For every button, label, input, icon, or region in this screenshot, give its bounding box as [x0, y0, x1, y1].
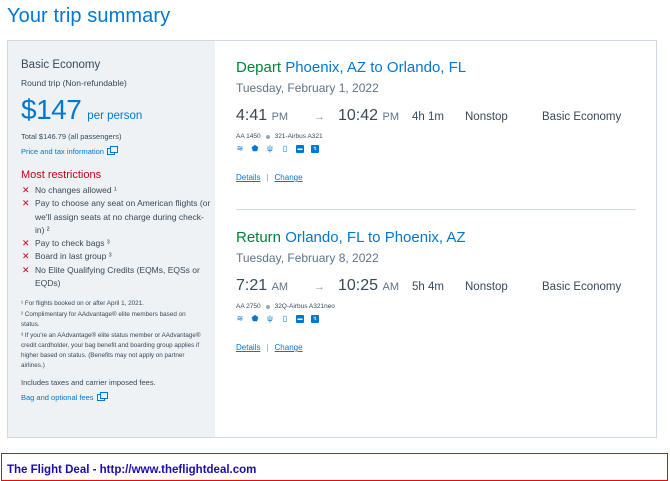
segment-title: Return Orlando, FL to Phoenix, AZ	[236, 229, 636, 246]
link-separator: |	[266, 343, 269, 352]
fare-sidebar: Basic Economy Round trip (Non-refundable…	[8, 41, 215, 437]
itinerary: Depart Phoenix, AZ to Orlando, FL Tuesda…	[236, 41, 636, 437]
segment-times: 7:21 AM → 10:25 AM 5h 4m Nonstop Basic E…	[236, 277, 636, 303]
restrictions-title: Most restrictions	[21, 169, 102, 181]
shield-icon: ⬟	[251, 314, 259, 323]
link-separator: |	[266, 173, 269, 182]
arrive-time: 10:25 AM	[338, 277, 399, 294]
stops: Nonstop	[465, 281, 508, 293]
external-link-icon	[106, 146, 118, 155]
footnote: ³ If you're an AAdvantage® elite status …	[21, 332, 201, 370]
usb-icon: ψ	[267, 144, 273, 153]
flight-number: AA 2750	[236, 303, 261, 310]
trip-type: Round trip (Non-refundable)	[21, 78, 127, 88]
fare-name: Basic Economy	[21, 59, 101, 71]
phone-icon: ▯	[282, 314, 288, 323]
page-title: Your trip summary	[7, 5, 171, 27]
details-link[interactable]: Details	[236, 343, 260, 352]
footnotes: ¹ For flights booked on or after April 1…	[21, 299, 203, 371]
flight-number: AA 1450	[236, 133, 261, 140]
total-price: Total $146.79 (all passengers)	[21, 132, 122, 141]
flight-info: AA 2750 32Q-Airbus A321neo	[236, 303, 636, 310]
wifi-icon: ≋	[236, 144, 244, 153]
restriction-item: ✕ Board in last group ³	[21, 250, 211, 263]
amenities: ≋ ⬟ ψ ▯ ▬ ↯	[236, 145, 636, 153]
price-row: $147 per person	[21, 94, 215, 126]
external-link-icon	[96, 392, 108, 402]
price-per-person: $147	[21, 94, 82, 125]
phone-icon: ▯	[282, 144, 288, 153]
x-icon: ✕	[22, 251, 30, 262]
return-segment: Return Orlando, FL to Phoenix, AZ Tuesda…	[236, 229, 636, 352]
amenities: ≋ ⬟ ψ ▯ ▬ ↯	[236, 315, 636, 323]
power-icon: ↯	[311, 145, 319, 153]
arrow-right-icon: →	[314, 111, 325, 123]
segment-title: Depart Phoenix, AZ to Orlando, FL	[236, 59, 636, 76]
power-icon: ↯	[311, 315, 319, 323]
bag-fees-label: Bag and optional fees	[21, 393, 94, 403]
restriction-item: ✕ Pay to choose any seat on American flig…	[22, 198, 211, 235]
entertainment-icon: ▬	[296, 315, 304, 323]
aircraft: 32Q-Airbus A321neo	[274, 303, 335, 310]
depart-time: 4:41 PM	[236, 107, 289, 124]
shield-icon: ⬟	[251, 144, 259, 153]
aircraft: 321-Airbus A321	[274, 133, 323, 140]
segment-direction: Return	[236, 229, 282, 246]
change-link[interactable]: Change	[275, 343, 303, 352]
stops: Nonstop	[465, 111, 508, 123]
wifi-icon: ≋	[236, 314, 244, 323]
cabin: Basic Economy	[542, 111, 622, 123]
usb-icon: ψ	[267, 314, 273, 323]
segment-route: Phoenix, AZ to Orlando, FL	[285, 59, 467, 76]
segment-links: Details | Change	[236, 173, 636, 182]
segment-date: Tuesday, February 1, 2022	[236, 81, 379, 95]
footnote: ¹ For flights booked on or after April 1…	[21, 300, 144, 308]
depart-time: 7:21 AM	[236, 277, 289, 294]
duration: 4h 1m	[412, 111, 444, 123]
price-tax-info-label: Price and tax information	[21, 147, 104, 156]
segment-direction: Depart	[236, 59, 282, 76]
segment-times: 4:41 PM → 10:42 PM 4h 1m Nonstop Basic E…	[236, 107, 636, 133]
segment-divider	[236, 209, 636, 210]
flight-deal-text: The Flight Deal - http://www.theflightde…	[7, 464, 257, 476]
restrictions-list: ✕ No changes allowed ¹ ✕ Pay to choose any…	[21, 184, 215, 290]
x-icon: ✕	[22, 185, 30, 195]
x-icon: ✕	[22, 198, 30, 209]
duration: 5h 4m	[412, 281, 444, 293]
segment-route: Orlando, FL to Phoenix, AZ	[285, 229, 466, 246]
footnote: ² Complimentary for AAdvantage® elite me…	[21, 311, 186, 329]
trip-summary-card: Basic Economy Round trip (Non-refundable…	[7, 40, 657, 438]
per-person-label: per person	[87, 110, 143, 122]
x-icon: ✕	[22, 238, 30, 249]
separator-dot	[265, 134, 270, 139]
taxes-note: Includes taxes and carrier imposed fees.	[21, 378, 156, 388]
details-link[interactable]: Details	[236, 173, 260, 182]
x-icon: ✕	[22, 264, 30, 275]
depart-segment: Depart Phoenix, AZ to Orlando, FL Tuesda…	[236, 59, 636, 182]
segment-links: Details | Change	[236, 343, 636, 352]
arrive-time: 10:42 PM	[338, 107, 399, 124]
flight-info: AA 1450 321-Airbus A321	[236, 133, 636, 140]
restriction-item: ✕ No changes allowed ¹	[21, 184, 211, 197]
cabin: Basic Economy	[542, 281, 622, 293]
price-tax-info-link[interactable]: Price and tax information	[21, 146, 118, 156]
flight-deal-banner: The Flight Deal - http://www.theflightde…	[1, 453, 668, 481]
segment-date: Tuesday, February 8, 2022	[236, 251, 379, 265]
restriction-item: ✕ Pay to check bags ³	[21, 237, 211, 250]
entertainment-icon: ▬	[296, 145, 304, 153]
separator-dot	[265, 304, 270, 309]
restriction-item: ✕ No Elite Qualifying Credits (EQMs, EQSs…	[22, 264, 200, 289]
change-link[interactable]: Change	[275, 173, 303, 182]
bag-fees-link[interactable]: Bag and optional fees	[21, 392, 108, 403]
arrow-right-icon: →	[314, 281, 325, 293]
